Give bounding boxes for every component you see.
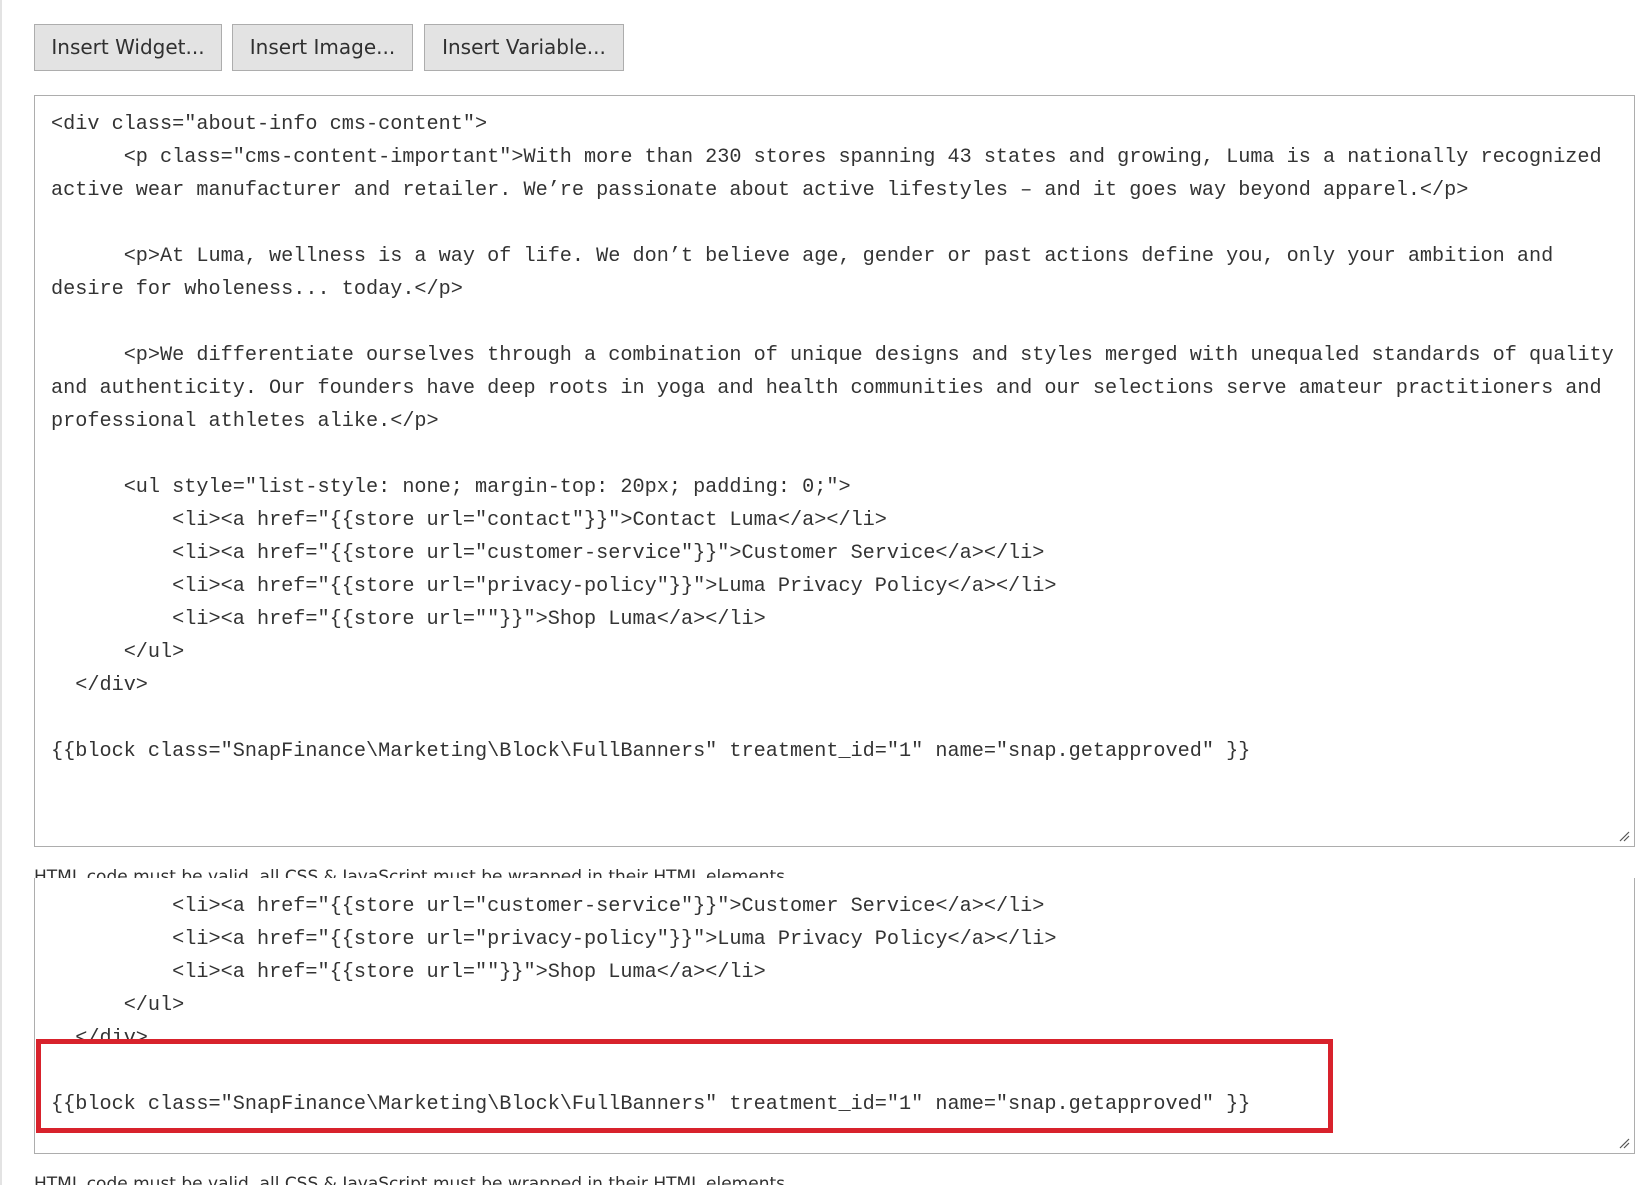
resize-handle-icon[interactable] xyxy=(1618,830,1630,842)
editor-help-note-scrolled: HTML code must be valid, all CSS & JavaS… xyxy=(34,1174,791,1185)
insert-variable-button[interactable]: Insert Variable... xyxy=(424,24,624,71)
content-textarea-scrolled[interactable]: <li><a href="{{store url="customer-servi… xyxy=(34,878,1635,1154)
editor-help-note: HTML code must be valid, all CSS & JavaS… xyxy=(34,867,791,878)
content-textarea[interactable]: <div class="about-info cms-content"> <p … xyxy=(34,95,1635,847)
page-left-border xyxy=(0,0,2,1185)
resize-handle-icon[interactable] xyxy=(1618,1137,1630,1149)
insert-widget-button[interactable]: Insert Widget... xyxy=(34,24,222,71)
content-code-scrolled[interactable]: <li><a href="{{store url="customer-servi… xyxy=(51,878,1624,1121)
insert-image-button[interactable]: Insert Image... xyxy=(232,24,413,71)
content-code[interactable]: <div class="about-info cms-content"> <p … xyxy=(51,108,1624,768)
